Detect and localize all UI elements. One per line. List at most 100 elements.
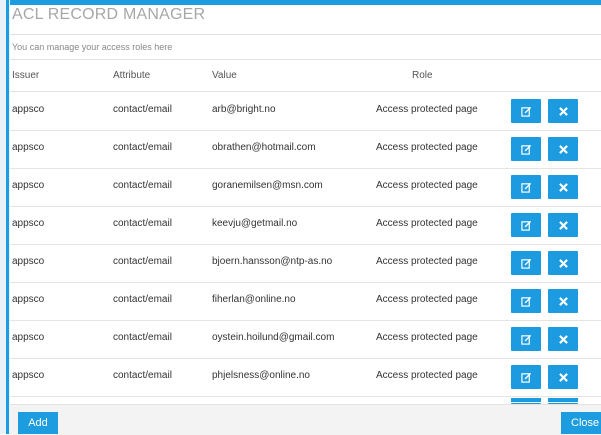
cell-value: phjelsness@online.no: [212, 370, 310, 381]
cell-value: fiherlan@online.no: [212, 294, 296, 305]
edit-icon: [520, 258, 532, 269]
x-glyph: [558, 182, 568, 192]
table-row: appsco contact/email obrathen@hotmail.com A…: [10, 130, 601, 169]
subtitle-divider: [10, 59, 601, 60]
x-glyph: [558, 258, 568, 268]
edit-glyph: [520, 334, 531, 345]
cell-issuer: appsco: [12, 180, 45, 191]
cell-value: obrathen@hotmail.com: [212, 142, 316, 153]
x-glyph: [558, 220, 568, 230]
delete-button[interactable]: [548, 327, 578, 351]
edit-glyph: [520, 372, 531, 383]
cell-role: Access protected page: [376, 142, 478, 153]
cell-role: Access protected page: [376, 218, 478, 229]
delete-icon: [558, 106, 568, 116]
x-glyph: [558, 372, 568, 382]
cell-role: Access protected page: [376, 104, 478, 115]
cell-role: Access protected page: [376, 294, 478, 305]
column-header-role: Role: [412, 70, 433, 81]
page-title: ACL RECORD MANAGER: [12, 6, 206, 23]
page-subtitle: You can manage your access roles here: [12, 42, 173, 52]
cell-issuer: appsco: [12, 294, 45, 305]
delete-icon: [558, 372, 568, 382]
cell-value: oystein.hoilund@gmail.com: [212, 332, 335, 343]
cell-attribute: contact/email: [113, 180, 172, 191]
window-left-border: [0, 0, 10, 434]
edit-button[interactable]: [511, 99, 541, 123]
cell-attribute: contact/email: [113, 142, 172, 153]
table-row: appsco contact/email arb@bright.no Access p…: [10, 92, 601, 131]
edit-glyph: [520, 258, 531, 269]
cell-value: arb@bright.no: [212, 104, 276, 115]
table-row: appsco contact/email phjelsness@online.no A…: [10, 358, 601, 397]
edit-button[interactable]: [511, 137, 541, 161]
edit-button[interactable]: [511, 289, 541, 313]
delete-icon: [558, 334, 568, 344]
footer-bar: [10, 404, 601, 435]
edit-icon: [520, 334, 532, 345]
column-header-issuer: Issuer: [12, 70, 40, 81]
cell-issuer: appsco: [12, 370, 45, 381]
delete-button[interactable]: [548, 289, 578, 313]
delete-icon: [558, 258, 568, 268]
edit-button[interactable]: [511, 365, 541, 389]
cell-attribute: contact/email: [113, 104, 172, 115]
edit-glyph: [520, 296, 531, 307]
cell-value: bjoern.hansson@ntp-as.no: [212, 256, 333, 267]
edit-icon: [520, 182, 532, 193]
cell-issuer: appsco: [12, 218, 45, 229]
edit-icon: [520, 220, 532, 231]
delete-icon: [558, 182, 568, 192]
cell-role: Access protected page: [376, 370, 478, 381]
delete-button[interactable]: [548, 213, 578, 237]
cell-role: Access protected page: [376, 180, 478, 191]
x-glyph: [558, 106, 568, 116]
cell-issuer: appsco: [12, 256, 45, 267]
cell-role: Access protected page: [376, 332, 478, 343]
delete-button[interactable]: [548, 251, 578, 275]
column-header-attribute: Attribute: [113, 70, 151, 81]
delete-button[interactable]: [548, 175, 578, 199]
table-row: appsco contact/email fiherlan@online.no Acc…: [10, 282, 601, 321]
delete-icon: [558, 220, 568, 230]
x-glyph: [558, 334, 568, 344]
delete-icon: [558, 144, 568, 154]
x-glyph: [558, 296, 568, 306]
edit-icon: [520, 296, 532, 307]
edit-button[interactable]: [511, 251, 541, 275]
edit-glyph: [520, 106, 531, 117]
add-button[interactable]: Add: [18, 412, 58, 434]
edit-button-partial[interactable]: [511, 398, 541, 402]
window-top-border: [0, 0, 601, 5]
delete-button[interactable]: [548, 365, 578, 389]
table-row: appsco contact/email keevju@getmail.no Acce…: [10, 206, 601, 245]
cell-attribute: contact/email: [113, 218, 172, 229]
title-divider: [10, 34, 601, 35]
cell-attribute: contact/email: [113, 256, 172, 267]
x-glyph: [558, 144, 568, 154]
edit-icon: [520, 144, 532, 155]
edit-button[interactable]: [511, 175, 541, 199]
cell-issuer: appsco: [12, 142, 45, 153]
cell-value: keevju@getmail.no: [212, 218, 298, 229]
edit-glyph: [520, 182, 531, 193]
cell-value: goranemilsen@msn.com: [212, 180, 323, 191]
table-row: appsco contact/email oystein.hoilund@gmail…: [10, 320, 601, 359]
delete-button-partial[interactable]: [548, 398, 578, 402]
delete-button[interactable]: [548, 99, 578, 123]
cell-attribute: contact/email: [113, 370, 172, 381]
cell-attribute: contact/email: [113, 294, 172, 305]
cell-issuer: appsco: [12, 104, 45, 115]
cell-attribute: contact/email: [113, 332, 172, 343]
cell-role: Access protected page: [376, 256, 478, 267]
edit-icon: [520, 372, 532, 383]
edit-icon: [520, 106, 532, 117]
close-button[interactable]: Close: [561, 412, 601, 434]
delete-button[interactable]: [548, 137, 578, 161]
delete-icon: [558, 296, 568, 306]
edit-button[interactable]: [511, 327, 541, 351]
edit-button[interactable]: [511, 213, 541, 237]
edit-glyph: [520, 144, 531, 155]
edit-glyph: [520, 220, 531, 231]
table-row: appsco contact/email goranemilsen@msn.com A…: [10, 168, 601, 207]
